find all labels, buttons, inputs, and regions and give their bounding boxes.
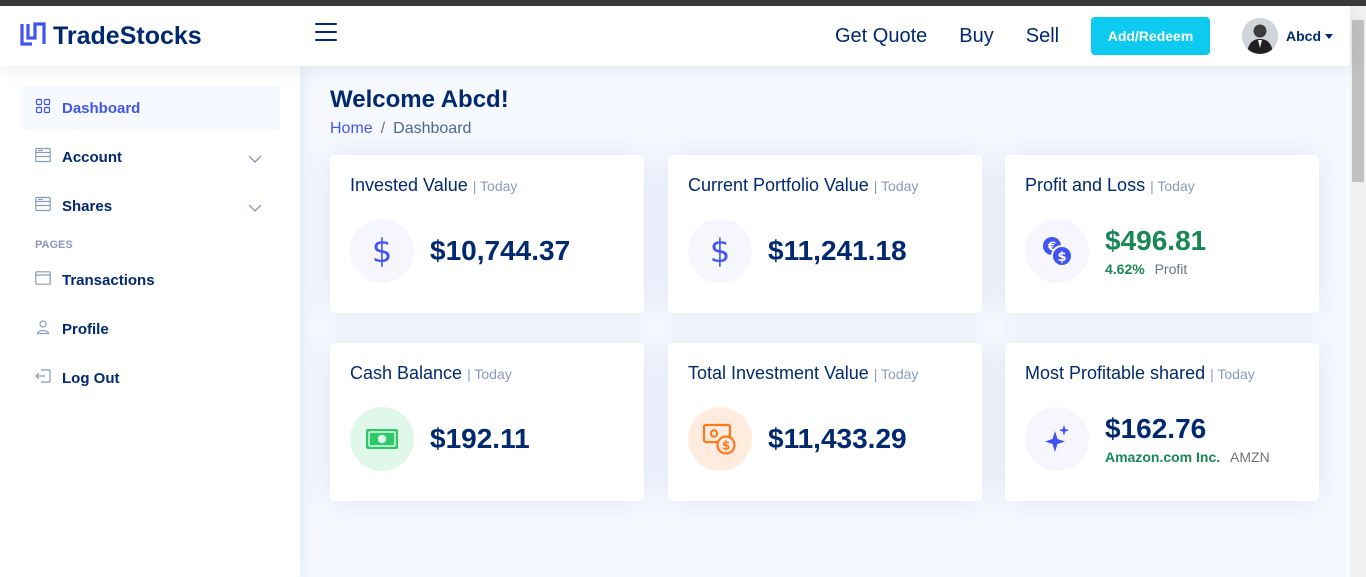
person-icon — [35, 319, 51, 340]
top-header: TradeStocks Get Quote Buy Sell Add/Redee… — [0, 6, 1350, 66]
card-cash-balance: Cash Balance | Today $192.11 — [330, 343, 644, 501]
nav-get-quote[interactable]: Get Quote — [835, 25, 927, 48]
page-title: Welcome Abcd! — [330, 86, 509, 113]
vertical-scrollbar[interactable] — [1350, 6, 1366, 577]
card-value: $162.76 — [1105, 413, 1207, 444]
page-title-block: Welcome Abcd! Home / Dashboard — [330, 86, 509, 138]
sidebar-item-shares[interactable]: Shares — [20, 184, 280, 228]
cash-icon — [350, 407, 414, 471]
breadcrumb: Home / Dashboard — [330, 120, 509, 138]
top-nav: Get Quote Buy Sell — [835, 6, 1091, 66]
sidebar: Dashboard Account Shares PAGES Transacti… — [0, 66, 300, 577]
sidebar-item-label: Log Out — [62, 369, 120, 387]
card-title: Profit and Loss | Today — [1025, 175, 1299, 196]
dollar-icon: $ — [350, 219, 414, 283]
svg-text:$: $ — [722, 439, 730, 453]
sidebar-item-logout[interactable]: Log Out — [20, 356, 280, 400]
company-name: Amazon.com Inc. — [1105, 449, 1221, 465]
grid-icon — [35, 98, 51, 119]
logo-icon — [20, 22, 46, 51]
logo[interactable]: TradeStocks — [20, 22, 202, 51]
breadcrumb-home-link[interactable]: Home — [330, 120, 373, 138]
brand-name: TradeStocks — [53, 22, 202, 50]
nav-buy[interactable]: Buy — [959, 25, 993, 48]
card-title-text: Profit and Loss — [1025, 175, 1146, 195]
nav-sell[interactable]: Sell — [1026, 25, 1059, 48]
sidebar-item-label: Dashboard — [62, 99, 141, 117]
sidebar-section-heading: PAGES — [35, 239, 73, 251]
card-subtitle: | Today — [873, 366, 919, 382]
card-most-profitable-share: Most Profitable shared | Today $162.76 A… — [1005, 343, 1319, 501]
menu-list-icon — [35, 196, 51, 217]
ticker-symbol: AMZN — [1230, 449, 1270, 465]
chevron-down-icon — [248, 151, 262, 169]
card-value: $11,433.29 — [768, 423, 907, 454]
card-title-text: Invested Value — [350, 175, 468, 195]
sidebar-item-account[interactable]: Account — [20, 135, 280, 179]
dollar-icon: $ — [688, 219, 752, 283]
card-value: $11,241.18 — [768, 235, 907, 266]
card-subtitle: | Today — [472, 178, 518, 194]
caret-down-icon — [1325, 33, 1333, 39]
chevron-down-icon — [248, 200, 262, 218]
card-subtitle: | Today — [1150, 178, 1195, 194]
main-content: Welcome Abcd! Home / Dashboard Invested … — [300, 66, 1350, 577]
profile-name: Abcd — [1286, 28, 1321, 44]
card-title: Current Portfolio Value | Today — [688, 175, 962, 196]
sidebar-item-label: Transactions — [62, 271, 155, 289]
sidebar-item-label: Account — [62, 148, 122, 166]
sidebar-item-transactions[interactable]: Transactions — [20, 258, 280, 302]
sidebar-item-label: Shares — [62, 197, 113, 215]
currency-exchange-icon: € $ — [1025, 219, 1089, 283]
sidebar-item-profile[interactable]: Profile — [20, 307, 280, 351]
scrollbar-thumb[interactable] — [1352, 20, 1364, 182]
sidebar-item-dashboard[interactable]: Dashboard — [20, 86, 280, 130]
card-value: $10,744.37 — [430, 235, 571, 266]
avatar — [1242, 18, 1278, 54]
logout-icon — [35, 368, 51, 388]
card-subtitle: | Today — [1210, 366, 1255, 382]
profit-label: Profit — [1154, 261, 1188, 277]
sidebar-toggle-icon[interactable] — [315, 23, 337, 43]
card-title: Total Investment Value | Today — [688, 363, 962, 384]
sparkles-icon — [1025, 407, 1089, 471]
profile-dropdown[interactable]: Abcd — [1242, 18, 1333, 54]
card-title: Invested Value | Today — [350, 175, 624, 196]
svg-text:$: $ — [1057, 250, 1066, 265]
card-title-text: Most Profitable shared — [1025, 363, 1206, 383]
card-title-text: Total Investment Value — [688, 363, 869, 383]
breadcrumb-separator: / — [380, 120, 386, 137]
add-redeem-button[interactable]: Add/Redeem — [1091, 17, 1210, 55]
card-title: Cash Balance | Today — [350, 363, 624, 384]
cash-coin-icon: $ — [688, 407, 752, 471]
card-total-investment-value: Total Investment Value | Today $ $11,433… — [668, 343, 982, 501]
card-title-text: Current Portfolio Value — [688, 175, 869, 195]
sidebar-item-label: Profile — [62, 320, 109, 338]
card-subtitle: | Today — [873, 178, 919, 194]
card-subtitle: | Today — [467, 366, 512, 382]
card-value: $192.11 — [430, 423, 530, 454]
breadcrumb-current: Dashboard — [393, 120, 472, 137]
card-value: $496.81 — [1105, 225, 1207, 256]
profit-percent: 4.62% — [1105, 261, 1145, 277]
card-invested-value: Invested Value | Today $ $10,744.37 — [330, 155, 644, 313]
window-icon — [35, 270, 51, 290]
card-current-portfolio-value: Current Portfolio Value | Today $ $11,24… — [668, 155, 982, 313]
card-title-text: Cash Balance — [350, 363, 463, 383]
menu-list-icon — [35, 147, 51, 168]
card-title: Most Profitable shared | Today — [1025, 363, 1299, 384]
card-profit-and-loss: Profit and Loss | Today € $ $496.81 4.62… — [1005, 155, 1319, 313]
